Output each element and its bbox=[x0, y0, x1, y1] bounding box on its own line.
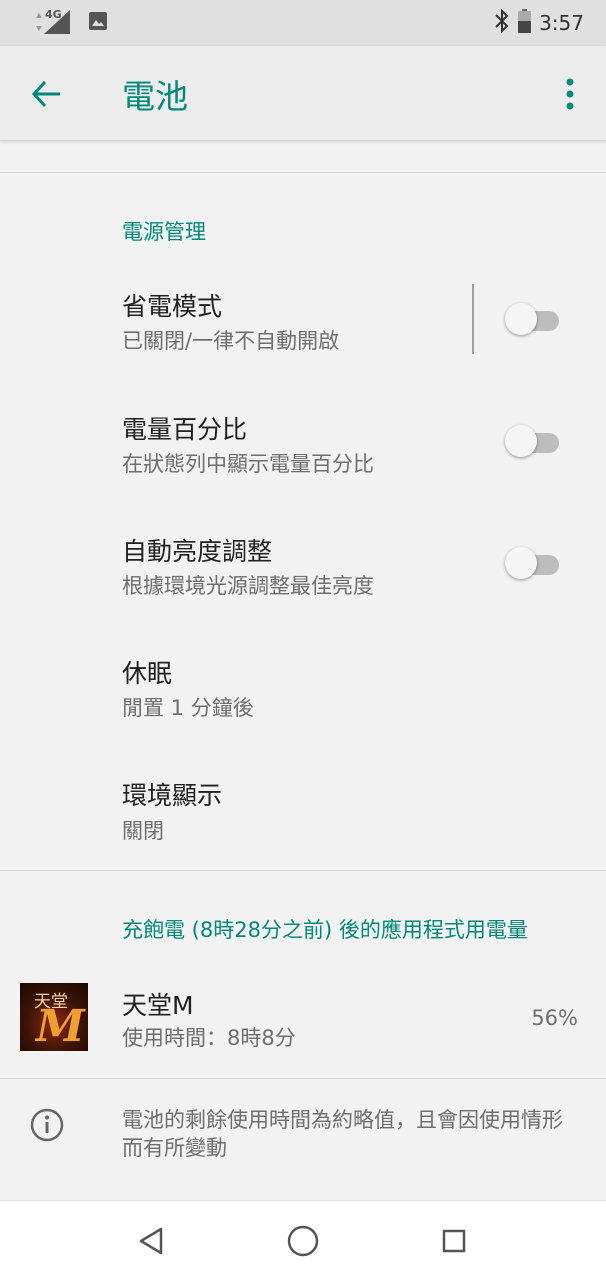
navigation-bar bbox=[0, 1200, 606, 1281]
app-icon-letter: M bbox=[36, 1001, 85, 1051]
switch-thumb bbox=[505, 303, 537, 335]
nav-home-icon[interactable] bbox=[283, 1221, 323, 1261]
setting-subtitle: 關閉 bbox=[122, 819, 164, 843]
vertical-separator bbox=[472, 284, 474, 354]
status-bar-left: 4G bbox=[34, 8, 108, 36]
adaptive-brightness-switch[interactable] bbox=[505, 543, 561, 583]
setting-title: 環境顯示 bbox=[122, 781, 223, 810]
app-icon: 天堂 M bbox=[20, 983, 88, 1051]
page-title: 電池 bbox=[122, 77, 188, 116]
status-bar-right: 3:57 bbox=[494, 8, 584, 38]
app-usage-percent: 56% bbox=[531, 1006, 578, 1030]
setting-title: 電量百分比 bbox=[122, 415, 248, 444]
app-usage-time: 使用時間：8時8分 bbox=[122, 1026, 296, 1050]
switch-thumb bbox=[505, 425, 537, 457]
battery-icon bbox=[518, 9, 532, 37]
battery-estimate-note: 電池的剩餘使用時間為約略值，且會因使用情形而有所變動 bbox=[122, 1108, 563, 1160]
setting-subtitle: 已關閉/一律不自動開啟 bbox=[122, 329, 340, 353]
section-header-usage: 充飽電 (8時28分之前) 後的應用程式用電量 bbox=[122, 918, 528, 942]
battery-saver-switch[interactable] bbox=[505, 299, 561, 339]
network-type: 4G bbox=[45, 8, 62, 21]
app-name: 天堂M bbox=[122, 991, 194, 1020]
clock: 3:57 bbox=[539, 11, 584, 35]
setting-subtitle: 在狀態列中顯示電量百分比 bbox=[122, 452, 374, 476]
setting-subtitle: 閒置 1 分鐘後 bbox=[122, 696, 254, 720]
back-arrow-icon[interactable] bbox=[30, 77, 64, 111]
setting-title: 休眠 bbox=[122, 659, 173, 688]
image-icon bbox=[88, 11, 108, 35]
divider bbox=[0, 870, 606, 871]
section-header-power: 電源管理 bbox=[122, 220, 206, 244]
signal-icon: 4G bbox=[34, 8, 74, 36]
setting-subtitle: 根據環境光源調整最佳亮度 bbox=[122, 574, 374, 598]
divider bbox=[0, 1078, 606, 1079]
info-icon bbox=[30, 1108, 64, 1142]
switch-thumb bbox=[505, 547, 537, 579]
status-bar: 4G 3:57 bbox=[0, 0, 606, 46]
overflow-menu-icon[interactable] bbox=[562, 76, 578, 112]
divider bbox=[0, 172, 606, 173]
nav-recents-icon[interactable] bbox=[434, 1221, 474, 1261]
battery-percentage-switch[interactable] bbox=[505, 421, 561, 461]
nav-back-icon[interactable] bbox=[133, 1221, 173, 1261]
bluetooth-icon bbox=[494, 8, 510, 38]
setting-title: 自動亮度調整 bbox=[122, 537, 273, 566]
app-bar: 電池 bbox=[0, 46, 606, 141]
setting-title: 省電模式 bbox=[122, 292, 223, 321]
